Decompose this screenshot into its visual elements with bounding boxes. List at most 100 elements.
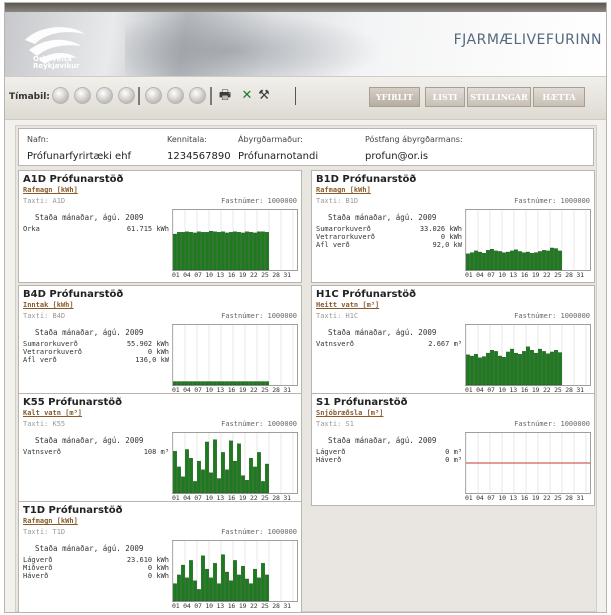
nav-haetta[interactable]: HÆTTA [533,87,585,107]
chart-bar [237,443,241,494]
toolbar-divider [210,87,212,105]
period-button-3[interactable] [96,87,113,104]
kennitala-label: Kennitala: [167,135,207,144]
chart-bar [253,232,257,271]
period-button-6[interactable] [167,87,184,104]
toolbar-divider [295,87,296,105]
chart-bar [514,352,518,386]
chart-bar [498,251,502,271]
panel-title: H1C Prófunarstöð [316,289,417,300]
chart-bar [265,232,269,271]
panel-readings: Lágverð 0 m³ Háverð 0 m³ [316,448,462,464]
panel-unit-link[interactable]: Snjóbræðsla [m³] [316,409,383,417]
chart-bar [554,350,558,386]
meter-panel: S1 Prófunarstöð Snjóbræðsla [m³] Taxti: S1… [311,393,595,506]
chart-bar [542,351,546,386]
reading-value: 0 m³ [445,448,462,456]
usage-chart [172,324,298,386]
tools-icon[interactable]: ⚒ [256,88,272,104]
panel-unit-link[interactable]: Rafmagn [kWh] [23,517,78,525]
reading-row: Lágverð 23.610 kWh [23,556,169,564]
reading-value: 0 kWh [147,572,169,580]
chart-bar [205,381,209,386]
chart-bar [542,250,546,271]
meter-panel: T1D Prófunarstöð Rafmagn [kWh] Taxti: T1D F… [18,501,302,612]
chart-bar [237,381,241,386]
reading-row: Orka 61.715 kWh [23,225,169,233]
postfang-value: profun@or.is [365,151,429,162]
kennitala-value: 1234567890 [167,151,231,162]
chart-bar [526,346,530,386]
chart-bar [546,353,550,386]
chart-bar [177,574,181,602]
chart-bar [241,232,245,271]
period-button-2[interactable] [74,87,91,104]
chart-bar [530,253,534,271]
panel-taxti: Taxti: A1D [23,197,66,205]
panel-unit-link[interactable]: Rafmagn [kWh] [316,186,371,194]
period-button-7[interactable] [189,87,206,104]
chart-bar [550,247,554,271]
nav-listi[interactable]: LISTI [425,87,465,107]
chart-bar [522,351,526,386]
period-button-1[interactable] [52,87,69,104]
chart-bar [189,232,193,271]
panel-title: B1D Prófunarstöð [316,174,417,185]
reading-value: 136,0 kW [135,356,169,364]
panel-fastnumer: Fastnúmer: 1000000 [514,197,590,205]
content-area: Nafn: Prófunarfyrirtæki ehf Kennitala: 1… [15,125,597,612]
chart-bar [233,560,237,602]
nav-stillingar[interactable]: STILLINGAR [467,87,531,107]
reading-label: Vetrarorkuverð [23,348,83,356]
chart-bar [245,480,249,494]
nafn-value: Prófunarfyrirtæki ehf [27,151,132,162]
chart-bar [241,566,245,602]
meter-panel: B4D Prófunarstöð Inntak [kWh] Taxti: B4D Fa… [18,285,302,398]
panel-unit-link[interactable]: Rafmagn [kWh] [23,186,78,194]
chart-bar [257,231,261,271]
chart-bar [225,232,229,271]
panel-unit-link[interactable]: Kalt vatn [m³] [23,409,82,417]
period-button-4[interactable] [118,87,135,104]
chart-bar [209,577,213,602]
chart-bar [257,577,261,602]
chart-bar [253,568,257,602]
chart-bar [229,440,233,494]
excel-icon[interactable]: ✕ [239,88,255,104]
reading-value: 0 kWh [147,564,169,572]
panel-unit-link[interactable]: Inntak [kWh] [23,301,74,309]
reading-label: Afl verð [23,356,57,364]
logo-line2: Reykjavíkur [33,62,80,70]
chart-bar [221,554,225,602]
panel-readings: Orka 61.715 kWh [23,225,169,233]
chart-bar [466,253,470,271]
meter-panel: A1D Prófunarstöð Rafmagn [kWh] Taxti: A1D F… [18,170,302,283]
customer-info: Nafn: Prófunarfyrirtæki ehf Kennitala: 1… [18,128,594,166]
print-icon[interactable]: 🖶 [217,88,233,104]
chart-bar [257,452,261,494]
panel-unit-link[interactable]: Heitt vatn [m³] [316,301,379,309]
nav-yfirlit[interactable]: YFIRLIT [369,87,420,107]
chart-bar [213,439,217,494]
reading-row: Háverð 0 kWh [23,572,169,580]
chart-bar [502,252,506,271]
reading-value: 2.667 m³ [428,340,462,348]
usage-chart [465,324,591,386]
chart-bar [221,452,225,494]
usage-chart [465,432,591,494]
abyrgdarmadur-value: Prófunarnotandi [238,151,319,162]
chart-bar [177,381,181,386]
toolbar-divider [138,87,140,105]
header-banner: Orkuveita Reykjavíkur FJARMÆLIVEFURINN [5,12,606,76]
chart-bar [181,232,185,271]
chart-bar [189,381,193,386]
chart-bar [217,232,221,271]
chart-bar [253,466,257,494]
period-button-5[interactable] [145,87,162,104]
reading-value: 108 m³ [143,448,169,456]
panel-fastnumer: Fastnúmer: 1000000 [514,420,590,428]
chart-bar [261,563,265,602]
chart-bar [205,568,209,602]
usage-chart [172,209,298,271]
usage-chart [172,540,298,602]
